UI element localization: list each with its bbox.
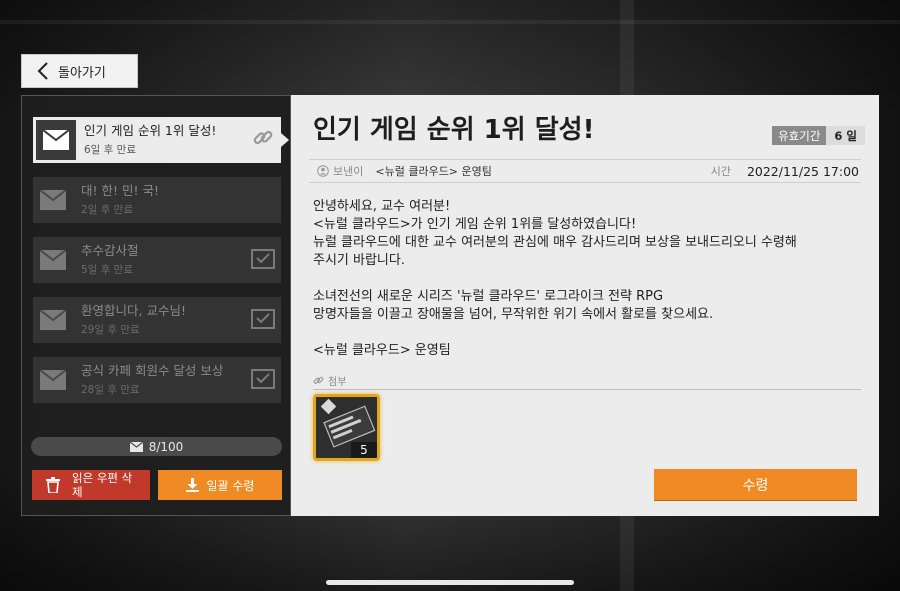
validity-badge: 유효기간 6 일 — [772, 126, 865, 145]
mail-body-line: 주시기 바랍니다. — [313, 253, 405, 268]
claimed-check-icon — [251, 367, 275, 393]
delete-read-label: 읽은 우편 삭제 — [72, 471, 133, 499]
mail-item-expiry: 29일 후 만료 — [81, 324, 140, 336]
mail-list-item[interactable]: 대! 한! 민! 국! 2일 후 만료 — [33, 177, 281, 223]
envelope-icon — [33, 297, 73, 343]
user-icon — [317, 165, 329, 177]
mail-item-title: 추수감사절 — [81, 243, 139, 258]
mail-item-title: 인기 게임 순위 1위 달성! — [84, 123, 217, 138]
mail-body-line: 뉴럴 클라우드에 대한 교수 여러분의 관심에 매우 감사드리며 보상을 보내드… — [313, 235, 797, 250]
sender-label: 보낸이 — [333, 165, 364, 178]
back-button-label: 돌아가기 — [58, 65, 106, 81]
mail-body-line: 안녕하세요, 교수 여러분! — [313, 199, 451, 214]
link-icon — [313, 376, 324, 384]
time-label: 시간 — [710, 165, 731, 178]
mail-item-state — [245, 117, 281, 163]
mail-body-line: 소녀전선의 새로운 시리즈 '뉴럴 클라우드' 로그라이크 전략 RPG — [313, 289, 664, 304]
sender-value: <뉴럴 클라우드> 운영팀 — [375, 165, 492, 178]
mail-item-expiry: 6일 후 만료 — [84, 144, 136, 156]
delete-read-button[interactable]: 읽은 우편 삭제 — [32, 470, 150, 500]
mail-list-panel: 인기 게임 순위 1위 달성! 6일 후 만료대! 한! 민! 국! 2일 후 만료… — [21, 95, 291, 516]
claim-button[interactable]: 수령 — [654, 469, 857, 500]
mail-meta: 보낸이 <뉴럴 클라우드> 운영팀 시간 2022/11/25 17:00 — [309, 159, 861, 183]
attachment-link-icon — [252, 127, 274, 153]
envelope-icon — [33, 177, 73, 223]
mail-list-item[interactable]: 추수감사절 5일 후 만료 — [33, 237, 281, 283]
chevron-left-icon — [30, 54, 56, 88]
attachment-label: 첨부 — [328, 376, 347, 388]
back-button[interactable]: 돌아가기 — [21, 54, 138, 88]
mail-item-state — [245, 357, 281, 403]
mail-icon — [129, 441, 143, 452]
mail-body-line: <뉴럴 클라우드> 운영팀 — [313, 343, 451, 358]
claimed-check-icon — [251, 247, 275, 273]
attachment-item[interactable]: 5 — [313, 394, 380, 461]
mail-list-item[interactable]: 환영합니다, 교수님! 29일 후 만료 — [33, 297, 281, 343]
claim-all-label: 일괄 수령 — [206, 478, 255, 493]
mail-item-title: 환영합니다, 교수님! — [81, 303, 186, 318]
mail-item-expiry: 5일 후 만료 — [81, 264, 133, 276]
mail-detail-panel: 인기 게임 순위 1위 달성! 유효기간 6 일 보낸이 <뉴럴 클라우드> 운… — [291, 95, 879, 516]
envelope-icon — [33, 237, 73, 283]
mail-item-expiry: 28일 후 만료 — [81, 384, 140, 396]
item-quantity: 5 — [351, 442, 377, 458]
validity-label: 유효기간 — [772, 126, 827, 145]
claimed-check-icon — [251, 307, 275, 333]
mail-item-title: 대! 한! 민! 국! — [81, 183, 159, 198]
trash-icon — [46, 477, 60, 493]
mail-counter: 8/100 — [31, 437, 282, 456]
mail-body-line — [313, 324, 861, 342]
mail-title: 인기 게임 순위 1위 달성! — [313, 115, 595, 145]
mail-item-title: 공식 카페 회원수 달성 보상 — [81, 363, 224, 378]
validity-value: 6 일 — [826, 126, 865, 145]
time-value: 2022/11/25 17:00 — [746, 163, 859, 179]
mail-body-line: <뉴럴 클라우드>가 인기 게임 순위 1위를 달성하였습니다! — [313, 217, 637, 232]
claim-all-button[interactable]: 일괄 수령 — [158, 470, 282, 500]
envelope-icon — [33, 357, 73, 403]
attachment-header: 첨부 — [313, 371, 861, 390]
envelope-icon — [36, 120, 76, 160]
mail-item-expiry: 2일 후 만료 — [81, 204, 133, 216]
download-icon — [185, 478, 199, 492]
mail-item-state — [245, 177, 281, 223]
mail-list-item[interactable]: 인기 게임 순위 1위 달성! 6일 후 만료 — [33, 117, 289, 163]
mail-body: 안녕하세요, 교수 여러분! <뉴럴 클라우드>가 인기 게임 순위 1위를 달성… — [313, 198, 861, 360]
mail-body-line — [313, 270, 861, 288]
mail-count-text: 8/100 — [148, 439, 184, 454]
mail-item-state — [245, 297, 281, 343]
home-indicator[interactable] — [326, 580, 574, 585]
mail-list-item[interactable]: 공식 카페 회원수 달성 보상 28일 후 만료 — [33, 357, 281, 403]
mail-item-state — [245, 237, 281, 283]
mail-body-line: 망명자들을 이끌고 장애물을 넘어, 무작위한 위기 속에서 활로를 찾으세요. — [313, 307, 714, 322]
